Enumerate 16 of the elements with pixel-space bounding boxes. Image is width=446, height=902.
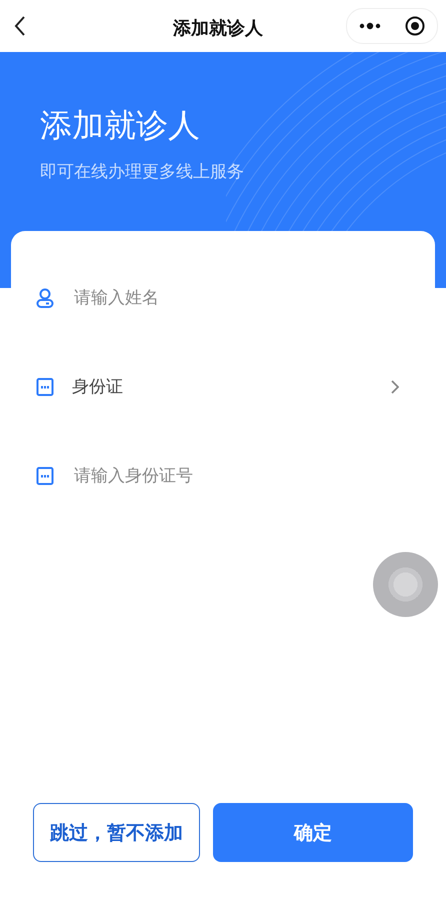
header-subtitle: 即可在线办理更多线上服务 (40, 161, 245, 183)
id-type-select[interactable]: 身份证 (72, 375, 373, 398)
header-title: 添加就诊人 (40, 105, 201, 146)
nav-title: 添加就诊人 (173, 17, 263, 40)
more-icon[interactable] (359, 22, 381, 30)
skip-button[interactable]: 跳过，暂不添加 (33, 803, 200, 862)
id-card-icon (36, 376, 54, 396)
capsule-menu[interactable] (346, 8, 438, 44)
chevron-right-icon[interactable] (391, 380, 399, 394)
close-target-icon[interactable] (405, 16, 425, 36)
confirm-button[interactable]: 确定 (213, 803, 413, 862)
back-icon[interactable] (14, 15, 26, 37)
person-icon (36, 288, 54, 308)
input-field[interactable]: 请输入身份证号 (72, 464, 399, 486)
input-field[interactable]: 请输入姓名 (72, 286, 399, 308)
id-card-icon (36, 466, 54, 486)
